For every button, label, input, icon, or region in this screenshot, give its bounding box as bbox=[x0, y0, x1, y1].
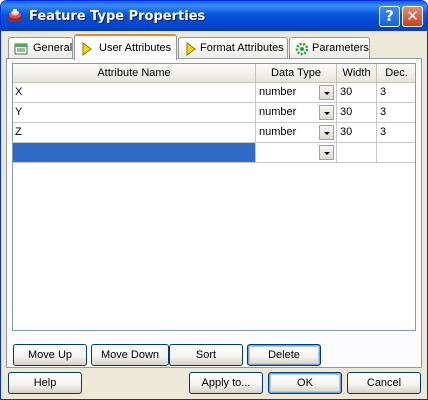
cancel-button[interactable]: Cancel bbox=[347, 372, 421, 394]
data-type-dropdown-button[interactable] bbox=[319, 145, 334, 160]
tab-label: Parameters bbox=[312, 42, 369, 54]
cell-dec[interactable]: 3 bbox=[377, 103, 415, 123]
data-type-value: number bbox=[259, 86, 297, 98]
move-down-button[interactable]: Move Down bbox=[91, 344, 169, 366]
cell-dec[interactable]: 3 bbox=[377, 123, 415, 143]
cell-attribute-name-new[interactable] bbox=[13, 143, 256, 163]
cell-attribute-name[interactable]: X bbox=[13, 83, 256, 103]
app-icon bbox=[8, 9, 22, 22]
cell-data-type[interactable]: number bbox=[256, 123, 337, 143]
feature-type-properties-dialog: Feature Type Properties ? ✕ General User… bbox=[0, 0, 428, 400]
cell-width[interactable]: 30 bbox=[337, 123, 377, 143]
close-title-button[interactable]: ✕ bbox=[402, 6, 423, 27]
cell-data-type[interactable]: number bbox=[256, 83, 337, 103]
cell-width[interactable]: 30 bbox=[337, 83, 377, 103]
cell-dec-new[interactable] bbox=[377, 143, 415, 163]
data-type-value: number bbox=[259, 106, 297, 118]
column-header-width[interactable]: Width bbox=[337, 64, 377, 83]
tab-panel: Attribute Name Data Type Width Dec. X nu… bbox=[6, 58, 422, 368]
help-title-button[interactable]: ? bbox=[379, 6, 400, 27]
data-type-dropdown-button[interactable] bbox=[319, 105, 334, 120]
tab-user-attributes[interactable]: User Attributes bbox=[74, 34, 177, 60]
tab-parameters[interactable]: Parameters bbox=[289, 37, 370, 59]
cell-attribute-name[interactable]: Y bbox=[13, 103, 256, 123]
data-type-dropdown-button[interactable] bbox=[319, 85, 334, 100]
chevron-down-icon bbox=[324, 152, 330, 155]
apply-to-button[interactable]: Apply to... bbox=[189, 372, 263, 394]
help-button[interactable]: Help bbox=[8, 372, 82, 394]
data-type-dropdown-button[interactable] bbox=[319, 125, 334, 140]
cell-attribute-name[interactable]: Z bbox=[13, 123, 256, 143]
window-title: Feature Type Properties bbox=[29, 9, 206, 24]
title-bar[interactable]: Feature Type Properties ? ✕ bbox=[1, 1, 427, 31]
tab-label: General bbox=[33, 42, 73, 54]
cell-data-type[interactable]: number bbox=[256, 103, 337, 123]
close-icon: ✕ bbox=[406, 7, 419, 25]
chevron-down-icon bbox=[324, 112, 330, 115]
column-header-dec[interactable]: Dec. bbox=[377, 64, 415, 83]
general-icon bbox=[14, 43, 28, 55]
tab-label: Format Attributes bbox=[200, 42, 284, 54]
column-header-data-type[interactable]: Data Type bbox=[256, 64, 337, 83]
diamond-arrow-icon bbox=[82, 42, 92, 56]
cell-width-new[interactable] bbox=[337, 143, 377, 163]
delete-button[interactable]: Delete bbox=[247, 344, 321, 366]
chevron-down-icon bbox=[324, 132, 330, 135]
chevron-down-icon bbox=[324, 92, 330, 95]
cell-width[interactable]: 30 bbox=[337, 103, 377, 123]
tab-format-attributes[interactable]: Format Attributes bbox=[178, 37, 288, 59]
data-type-value: number bbox=[259, 126, 297, 138]
cell-dec[interactable]: 3 bbox=[377, 83, 415, 103]
move-up-button[interactable]: Move Up bbox=[13, 344, 87, 366]
tab-label: User Attributes bbox=[99, 42, 172, 54]
column-header-attribute-name[interactable]: Attribute Name bbox=[13, 64, 256, 83]
cell-data-type-new[interactable] bbox=[256, 143, 337, 163]
sort-button[interactable]: Sort bbox=[169, 344, 243, 366]
diamond-arrow-icon bbox=[186, 42, 196, 56]
attributes-table[interactable]: Attribute Name Data Type Width Dec. X nu… bbox=[12, 63, 416, 331]
ok-button[interactable]: OK bbox=[268, 372, 342, 394]
question-icon: ? bbox=[385, 7, 394, 25]
gear-icon bbox=[295, 42, 309, 56]
tab-general[interactable]: General bbox=[8, 37, 73, 59]
